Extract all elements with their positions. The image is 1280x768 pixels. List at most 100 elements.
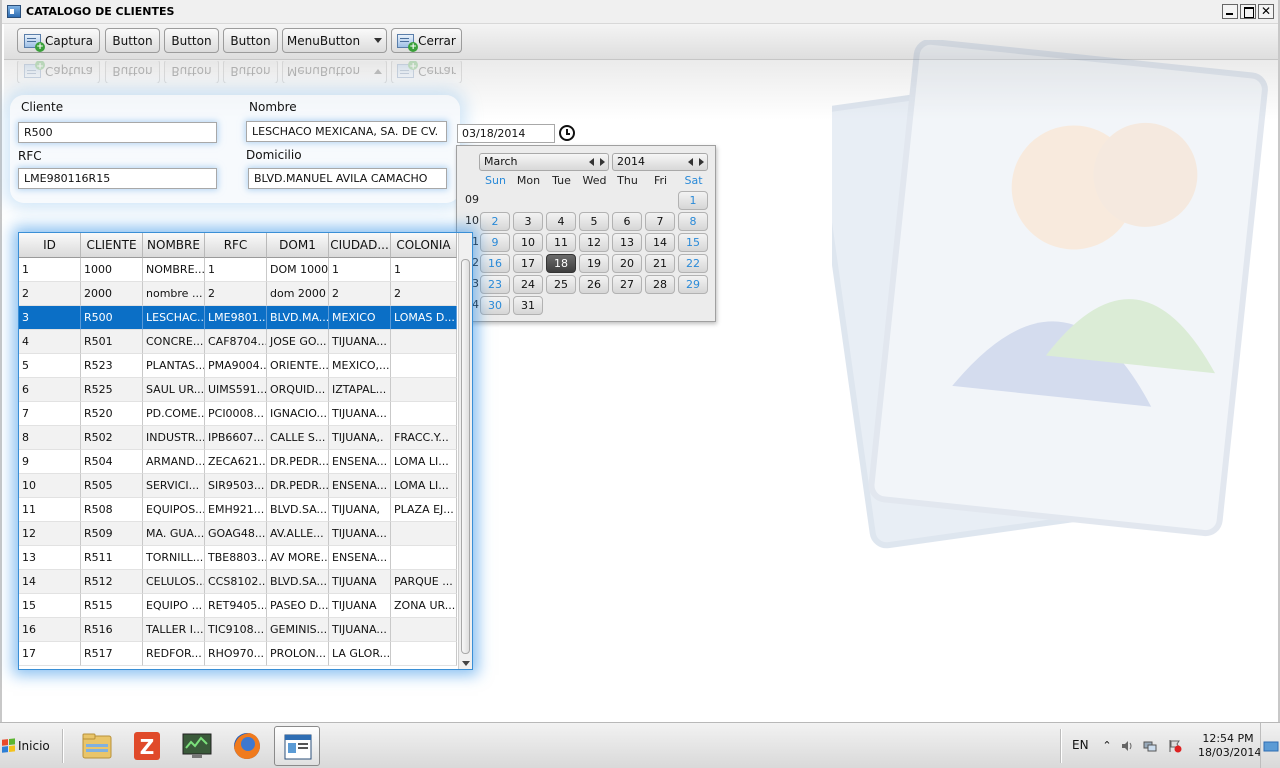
prev-year-icon[interactable] — [688, 158, 693, 166]
start-button[interactable]: Inicio — [2, 732, 56, 760]
show-desktop-button[interactable] — [1260, 723, 1280, 768]
button-3[interactable]: Button — [223, 28, 278, 53]
table-row[interactable]: 17 R517 REDFOR... RHO970... PROLON... LA GLOR… — [19, 642, 457, 666]
calendar-day[interactable]: 25 — [546, 275, 576, 294]
show-hidden-icons-icon[interactable]: ⌃ — [1100, 739, 1114, 753]
calendar-day[interactable]: 31 — [513, 296, 543, 315]
table-cell: 11 — [19, 498, 81, 522]
calendar-day[interactable]: 18 — [546, 254, 576, 273]
calendar-day[interactable]: 6 — [612, 212, 642, 231]
maximize-button[interactable] — [1240, 4, 1256, 19]
next-month-icon[interactable] — [600, 158, 605, 166]
captura-button[interactable]: Captura — [17, 28, 100, 53]
calendar-day[interactable]: 8 — [678, 212, 708, 231]
table-row[interactable]: 4 R501 CONCRE... CAF8704... JOSE GO... TIJUAN… — [19, 330, 457, 354]
calendar-day[interactable]: 23 — [480, 275, 510, 294]
table-cell: R502 — [81, 426, 143, 450]
calendar-day[interactable]: 21 — [645, 254, 675, 273]
title-bar[interactable]: CATALOGO DE CLIENTES ✕ — [2, 0, 1278, 24]
calendar-day[interactable]: 29 — [678, 275, 708, 294]
calendar-day[interactable]: 22 — [678, 254, 708, 273]
vertical-scrollbar[interactable] — [458, 233, 472, 669]
column-header[interactable]: ID — [19, 233, 81, 258]
volume-icon[interactable] — [1120, 739, 1134, 753]
table-cell: TIC9108... — [205, 618, 267, 642]
language-indicator[interactable]: EN — [1072, 738, 1089, 752]
minimize-button[interactable] — [1222, 4, 1238, 19]
calendar-day[interactable]: 17 — [513, 254, 543, 273]
table-row[interactable]: 1 1000 NOMBRE... 1 DOM 1000 1 1 — [19, 258, 457, 282]
table-row[interactable]: 8 R502 INDUSTR... IPB6607... CALLE S... TIJU… — [19, 426, 457, 450]
calendar-day[interactable]: 15 — [678, 233, 708, 252]
calendar-day[interactable]: 7 — [645, 212, 675, 231]
cliente-field[interactable] — [18, 122, 217, 143]
table-row[interactable]: 11 R508 EQUIPOS... EMH921... BLVD.SA... TIJUA… — [19, 498, 457, 522]
table-row[interactable]: 2 2000 nombre ... 2 dom 2000 2 2 — [19, 282, 457, 306]
calendar-day[interactable]: 20 — [612, 254, 642, 273]
filezilla-task[interactable]: Z — [124, 726, 170, 766]
table-row[interactable]: 10 R505 SERVICI... SIR9503... DR.PEDR... ENS… — [19, 474, 457, 498]
file-explorer-task[interactable] — [74, 726, 120, 766]
calendar-day[interactable]: 10 — [513, 233, 543, 252]
rfc-field[interactable] — [18, 168, 217, 189]
scrollbar-thumb[interactable] — [461, 259, 470, 654]
close-button[interactable]: ✕ — [1258, 4, 1274, 19]
table-row[interactable]: 3 R500 LESCHAC... LME9801... BLVD.MA... MEXIC… — [19, 306, 457, 330]
table-row[interactable]: 15 R515 EQUIPO ... RET9405... PASEO D... TIJU… — [19, 594, 457, 618]
action-center-icon[interactable] — [1168, 739, 1182, 753]
button-2[interactable]: Button — [164, 28, 219, 53]
date-field[interactable] — [457, 124, 555, 143]
prev-month-icon[interactable] — [589, 158, 594, 166]
table-row[interactable]: 5 R523 PLANTAS... PMA9004... ORIENTE... MEXIC… — [19, 354, 457, 378]
column-header[interactable]: CLIENTE — [81, 233, 143, 258]
table-cell: PLANTAS... — [143, 354, 205, 378]
year-selector[interactable]: 2014 — [612, 153, 708, 171]
table-row[interactable]: 14 R512 CELULOS... CCS8102... BLVD.SA... TIJU… — [19, 570, 457, 594]
table-cell: LESCHAC... — [143, 306, 205, 330]
calendar-day[interactable]: 2 — [480, 212, 510, 231]
calendar-day[interactable]: 9 — [480, 233, 510, 252]
table-cell: MA. GUA... — [143, 522, 205, 546]
button-1[interactable]: Button — [105, 28, 160, 53]
calendar-day[interactable]: 14 — [645, 233, 675, 252]
calendar-day[interactable]: 26 — [579, 275, 609, 294]
calendar-day[interactable]: 5 — [579, 212, 609, 231]
catalogo-app-task[interactable] — [274, 726, 320, 766]
table-row[interactable]: 16 R516 TALLER I... TIC9108... GEMINIS... TIJ… — [19, 618, 457, 642]
domicilio-field[interactable] — [248, 168, 447, 189]
nombre-field[interactable] — [246, 121, 447, 142]
calendar-day[interactable]: 1 — [678, 191, 708, 210]
cerrar-button[interactable]: Cerrar — [391, 28, 462, 53]
column-header[interactable]: CIUDAD... — [329, 233, 391, 258]
column-header[interactable]: DOM1 — [267, 233, 329, 258]
firefox-task[interactable] — [224, 726, 270, 766]
monitor-app-task[interactable] — [174, 726, 220, 766]
clock-icon[interactable] — [559, 125, 575, 141]
column-header[interactable]: COLONIA — [391, 233, 457, 258]
calendar-day[interactable]: 13 — [612, 233, 642, 252]
next-year-icon[interactable] — [699, 158, 704, 166]
taskbar-clock[interactable]: 12:54 PM 18/03/2014 — [1198, 732, 1261, 760]
table-cell: EQUIPOS... — [143, 498, 205, 522]
menu-button[interactable]: MenuButton — [282, 28, 387, 53]
calendar-day[interactable]: 28 — [645, 275, 675, 294]
month-selector[interactable]: March — [479, 153, 609, 171]
calendar-day[interactable]: 30 — [480, 296, 510, 315]
calendar-day[interactable]: 11 — [546, 233, 576, 252]
calendar-day[interactable]: 4 — [546, 212, 576, 231]
table-row[interactable]: 12 R509 MA. GUA... GOAG48... AV.ALLE... TIJUA… — [19, 522, 457, 546]
calendar-day[interactable]: 27 — [612, 275, 642, 294]
scroll-down-icon[interactable] — [462, 661, 470, 666]
calendar-day[interactable]: 12 — [579, 233, 609, 252]
table-row[interactable]: 7 R520 PD.COME... PCI0008... IGNACIO... TIJUA… — [19, 402, 457, 426]
calendar-day[interactable]: 16 — [480, 254, 510, 273]
column-header[interactable]: NOMBRE — [143, 233, 205, 258]
table-row[interactable]: 13 R511 TORNILL... TBE8803... AV MORE... ENSE… — [19, 546, 457, 570]
column-header[interactable]: RFC — [205, 233, 267, 258]
table-row[interactable]: 6 R525 SAUL UR... UIMS591... ORQUID... IZTAPA… — [19, 378, 457, 402]
calendar-day[interactable]: 24 — [513, 275, 543, 294]
table-row[interactable]: 9 R504 ARMAND... ZECA621... DR.PEDR... ENSENA… — [19, 450, 457, 474]
network-icon[interactable] — [1143, 739, 1157, 753]
calendar-day[interactable]: 3 — [513, 212, 543, 231]
calendar-day[interactable]: 19 — [579, 254, 609, 273]
